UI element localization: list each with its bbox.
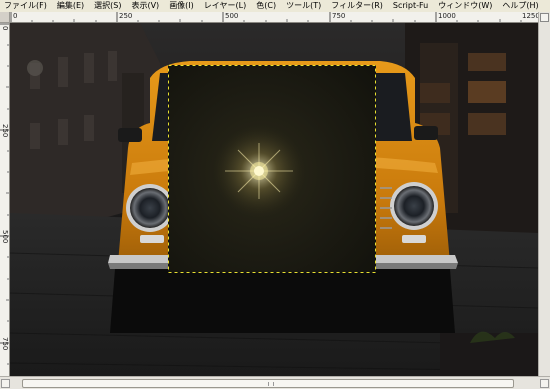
- zoom-navigate-button[interactable]: [540, 379, 549, 388]
- horizontal-scrollbar[interactable]: [0, 376, 550, 389]
- right-scroll-strip[interactable]: [538, 12, 550, 376]
- hruler-label-250: 250: [119, 12, 133, 20]
- menu-select[interactable]: 選択(S): [89, 0, 126, 12]
- vruler-label-250: 250: [1, 124, 9, 138]
- menu-script-fu[interactable]: Script-Fu: [388, 0, 433, 12]
- menu-colors[interactable]: 色(C): [251, 0, 281, 12]
- horizontal-ruler-ticks: [10, 12, 522, 22]
- scroll-left-button[interactable]: [1, 379, 10, 388]
- menu-file[interactable]: ファイル(F): [0, 0, 52, 12]
- menu-tools[interactable]: ツール(T): [281, 0, 326, 12]
- vertical-ruler-ticks: [0, 23, 9, 365]
- menu-bar: ファイル(F) 編集(E) 選択(S) 表示(V) 画像(I) レイヤー(L) …: [0, 0, 550, 12]
- menu-filters[interactable]: フィルター(R): [326, 0, 388, 12]
- scrollbar-thumb[interactable]: [22, 379, 514, 388]
- menu-help[interactable]: ヘルプ(H): [497, 0, 543, 12]
- menu-windows[interactable]: ウィンドウ(W): [433, 0, 497, 12]
- image-canvas[interactable]: [10, 23, 538, 376]
- navigate-button[interactable]: [540, 13, 549, 22]
- scrollbar-grip: [268, 382, 274, 386]
- hruler-label-1250: 1250: [522, 12, 538, 20]
- vertical-ruler[interactable]: 0 250 500 750: [0, 23, 10, 376]
- vruler-label-750: 750: [1, 337, 9, 351]
- menu-view[interactable]: 表示(V): [126, 0, 164, 12]
- hruler-label-750: 750: [332, 12, 346, 20]
- menu-edit[interactable]: 編集(E): [52, 0, 89, 12]
- horizontal-ruler[interactable]: 0 250 500 750 1000 1250: [10, 12, 538, 23]
- hruler-label-500: 500: [225, 12, 239, 20]
- menu-layer[interactable]: レイヤー(L): [199, 0, 251, 12]
- hruler-label-1000: 1000: [438, 12, 456, 20]
- canvas-image: [10, 23, 538, 376]
- vruler-label-0: 0: [1, 26, 9, 31]
- menu-image[interactable]: 画像(I): [164, 0, 199, 12]
- ruler-corner-button[interactable]: [0, 12, 10, 23]
- hruler-label-0: 0: [13, 12, 18, 20]
- vruler-label-500: 500: [1, 230, 9, 244]
